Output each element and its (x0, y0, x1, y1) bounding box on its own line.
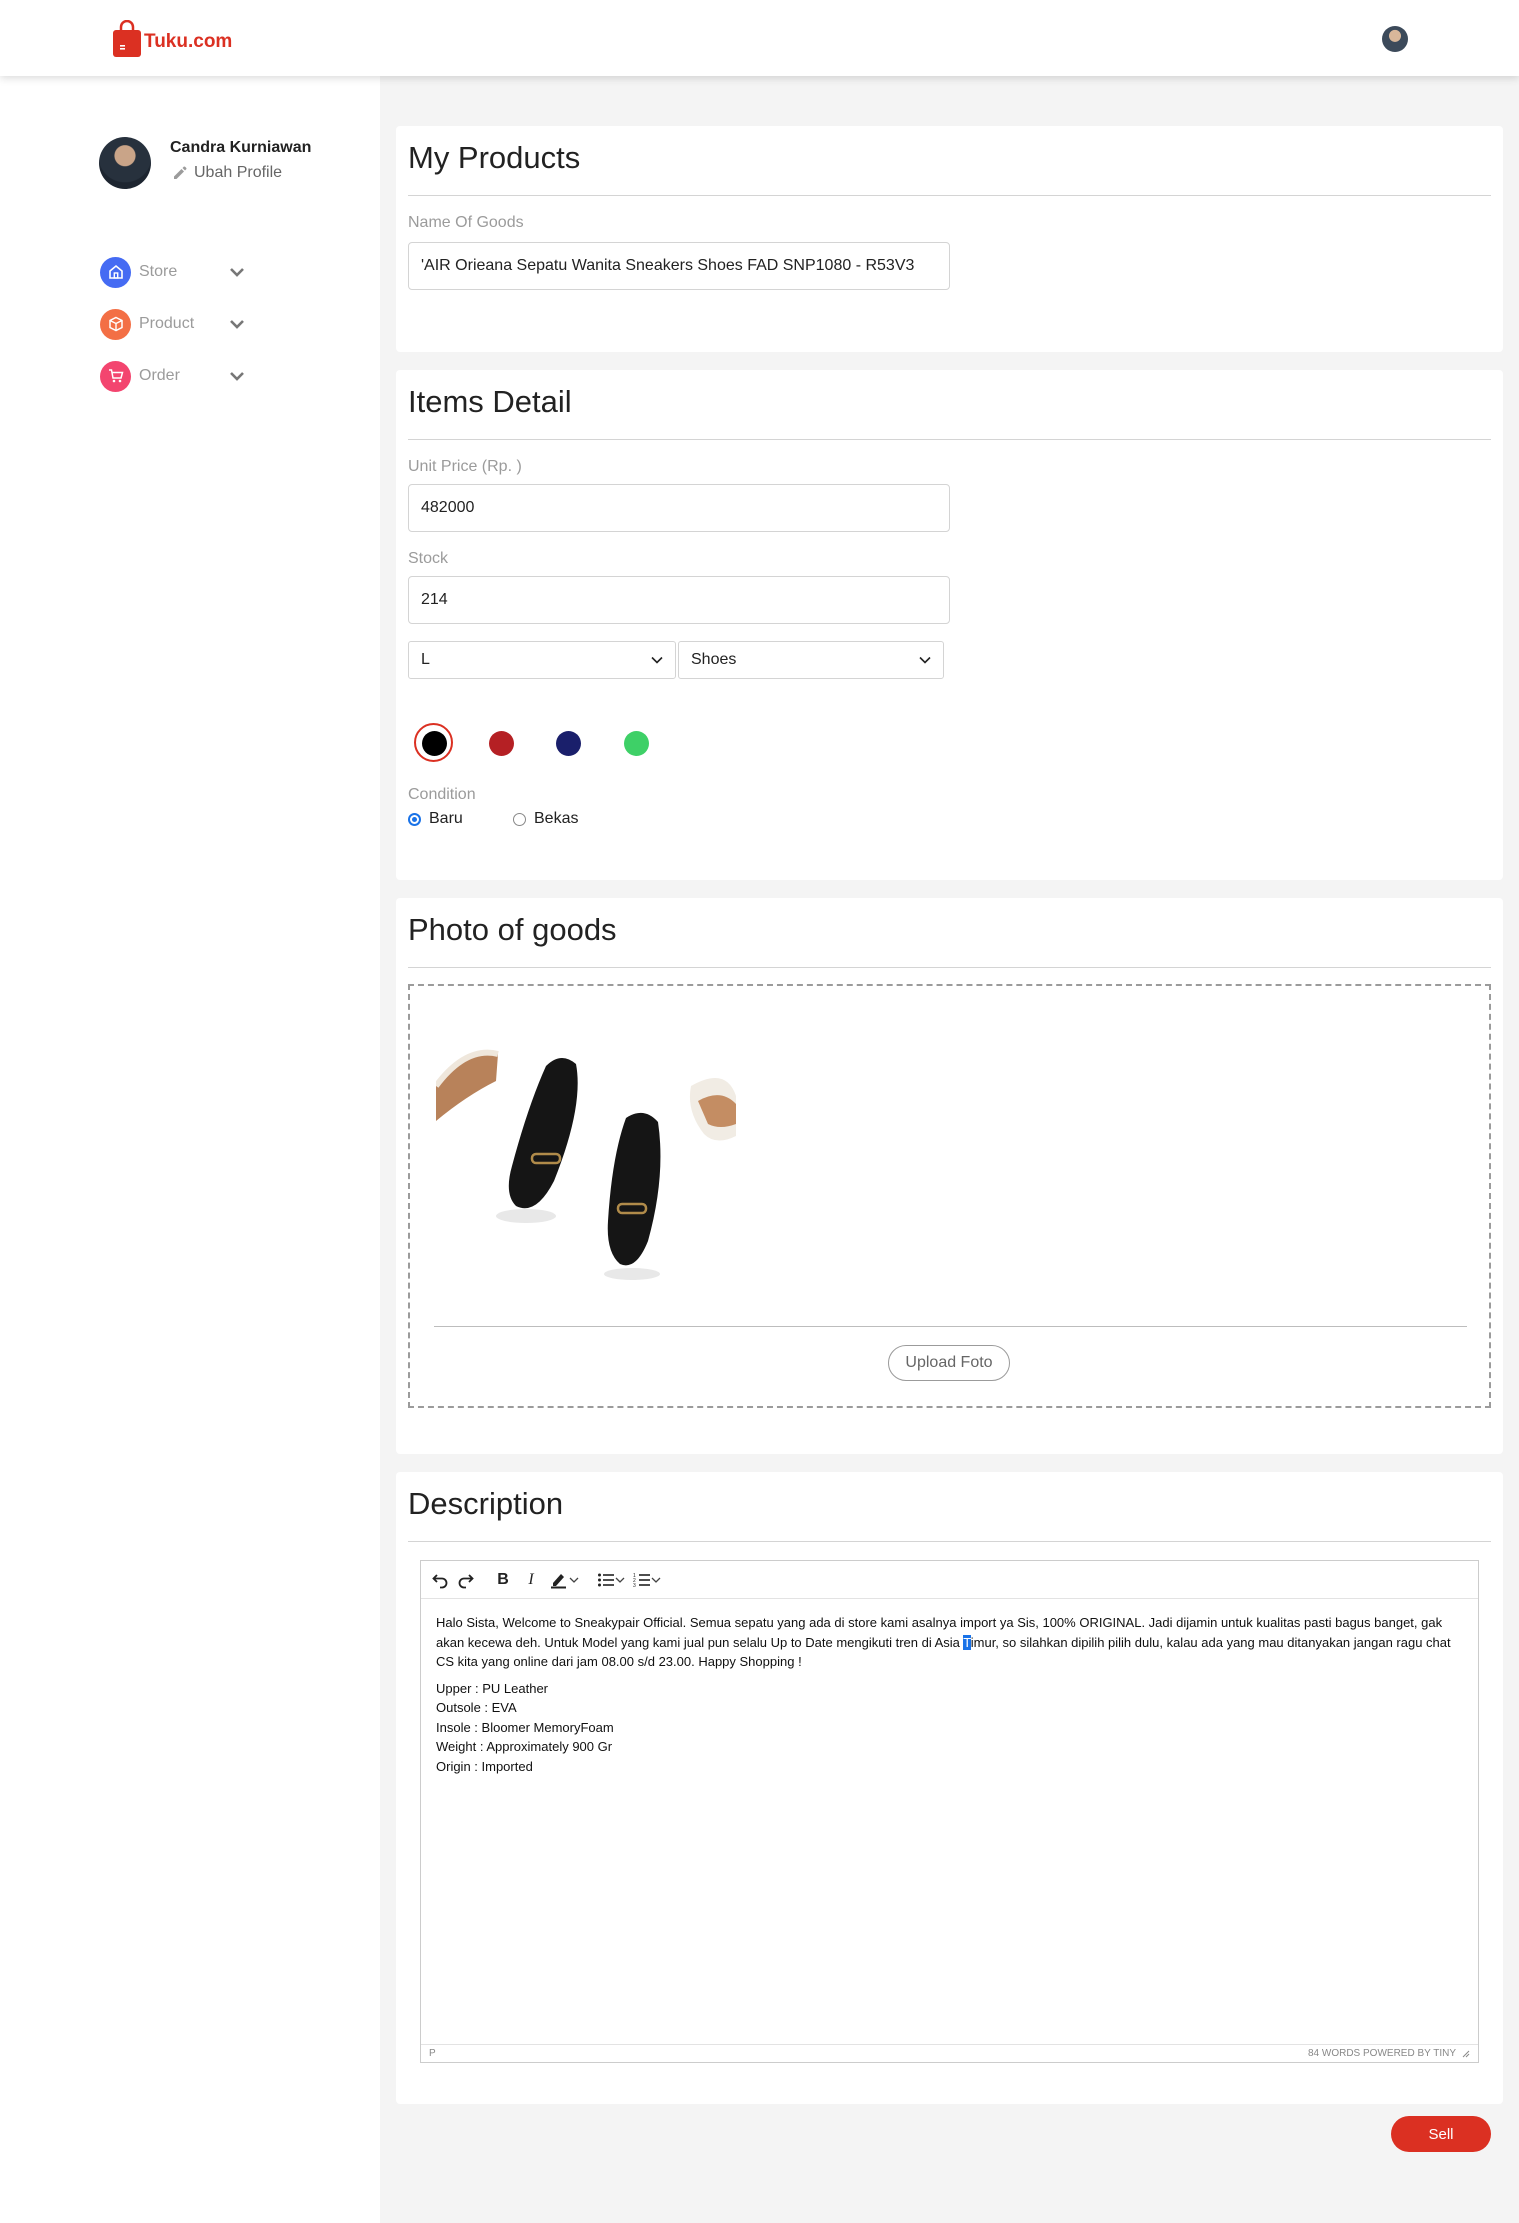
edit-profile-label: Ubah Profile (194, 164, 283, 181)
color-swatch-black[interactable] (422, 731, 447, 756)
spec-line: Insole : Bloomer MemoryFoam (436, 1719, 614, 1735)
chevron-down-icon (651, 1577, 661, 1583)
upload-photo-button[interactable]: Upload Foto (888, 1345, 1010, 1381)
rich-text-editor[interactable]: B I 123 Halo Sista, Welcome to Sneakypai… (420, 1560, 1479, 2063)
pencil-icon (174, 166, 187, 179)
profile-avatar (99, 137, 151, 189)
store-icon (100, 256, 131, 288)
svg-text:3: 3 (633, 1583, 636, 1588)
logo-text: Tuku.com (144, 31, 233, 52)
items-detail-card: Items Detail Unit Price (Rp. ) Stock L S… (396, 370, 1503, 880)
spec-line: Weight : Approximately 900 Gr (436, 1739, 613, 1754)
chevron-down-icon (230, 372, 244, 381)
undo-icon (432, 1573, 448, 1588)
radio-label: Bekas (534, 810, 579, 827)
italic-button[interactable]: I (521, 1565, 541, 1595)
description-paragraph: Halo Sista, Welcome to Sneakypair Offici… (436, 1613, 1466, 1672)
divider (408, 1541, 1491, 1542)
condition-radio-bekas[interactable]: Bekas (513, 810, 578, 828)
radio-button-checked (408, 812, 421, 826)
shopping-bag-icon (112, 19, 142, 58)
text-cursor-selection: T (963, 1634, 971, 1650)
section-title: Items Detail (408, 384, 572, 419)
sidebar (0, 76, 380, 2223)
color-swatch-navy[interactable] (556, 731, 581, 756)
radio-button (513, 812, 526, 826)
edit-profile-link[interactable]: Ubah Profile (172, 164, 282, 182)
sidebar-item-label: Order (139, 367, 180, 384)
name-of-goods-label: Name Of Goods (408, 214, 524, 231)
element-path[interactable]: P (429, 2048, 436, 2059)
highlighter-icon (551, 1573, 566, 1588)
cart-icon (100, 360, 131, 392)
stock-label: Stock (408, 550, 449, 567)
section-title: My Products (408, 140, 581, 175)
divider (408, 195, 1491, 196)
sidebar-item-store[interactable]: Store (100, 256, 260, 288)
top-navbar: Tuku.com (0, 0, 1519, 76)
user-avatar[interactable] (1382, 26, 1408, 52)
stock-input[interactable] (408, 576, 950, 624)
editor-statusbar: P 84 WORDS POWERED BY TINY (421, 2044, 1478, 2062)
category-select-value: Shoes (691, 651, 737, 668)
bold-icon: B (497, 1570, 509, 1588)
redo-icon (458, 1573, 474, 1588)
size-select[interactable]: L (408, 641, 676, 679)
bullet-list-icon (598, 1573, 614, 1586)
my-products-card: My Products Name Of Goods (396, 126, 1503, 352)
numbered-list-icon: 123 (633, 1573, 650, 1588)
section-title: Description (408, 1486, 564, 1521)
color-swatch-red[interactable] (489, 731, 514, 756)
divider (434, 1326, 1467, 1327)
editor-toolbar: B I 123 (421, 1561, 1478, 1599)
sidebar-item-label: Product (139, 315, 195, 332)
sell-button[interactable]: Sell (1391, 2116, 1491, 2152)
profile-name: Candra Kurniawan (170, 139, 312, 156)
logo[interactable]: Tuku.com (112, 19, 233, 58)
category-select[interactable]: Shoes (678, 641, 944, 679)
unit-price-input[interactable] (408, 484, 950, 532)
undo-button[interactable] (431, 1565, 449, 1595)
sidebar-item-product[interactable]: Product (100, 308, 260, 340)
chevron-down-icon (615, 1577, 625, 1583)
description-card: Description B I 123 Halo Sista, Welcome … (396, 1472, 1503, 2104)
resize-handle-icon[interactable] (1462, 2050, 1470, 2058)
chevron-down-icon (919, 656, 931, 664)
divider (408, 967, 1491, 968)
sidebar-item-label: Store (139, 263, 178, 280)
word-count: 84 WORDS POWERED BY TINY (1308, 2048, 1456, 2059)
highlight-color-button[interactable] (549, 1565, 579, 1595)
color-swatch-green[interactable] (624, 731, 649, 756)
bold-button[interactable]: B (493, 1565, 513, 1595)
italic-icon: I (528, 1570, 534, 1588)
editor-content[interactable]: Halo Sista, Welcome to Sneakypair Offici… (436, 1613, 1466, 1776)
spec-line: Outsole : EVA (436, 1700, 517, 1715)
condition-label: Condition (408, 786, 476, 803)
size-select-value: L (421, 651, 430, 668)
chevron-down-icon (569, 1577, 579, 1583)
chevron-down-icon (651, 656, 663, 664)
bullet-list-button[interactable] (597, 1565, 625, 1595)
chevron-down-icon (230, 268, 244, 277)
box-icon (100, 308, 131, 340)
numbered-list-button[interactable]: 123 (633, 1565, 661, 1595)
photo-card: Photo of goods Upload Foto (396, 898, 1503, 1454)
product-photo (436, 1026, 736, 1288)
radio-label: Baru (429, 810, 463, 827)
section-title: Photo of goods (408, 912, 617, 947)
spec-line: Upper : PU Leather (436, 1680, 549, 1696)
unit-price-label: Unit Price (Rp. ) (408, 458, 522, 475)
chevron-down-icon (230, 320, 244, 329)
spec-line: Origin : Imported (436, 1758, 533, 1774)
photo-dropzone[interactable]: Upload Foto (408, 984, 1491, 1408)
redo-button[interactable] (457, 1565, 475, 1595)
divider (408, 439, 1491, 440)
sidebar-item-order[interactable]: Order (100, 360, 260, 392)
condition-radio-baru[interactable]: Baru (408, 810, 463, 828)
name-of-goods-input[interactable] (408, 242, 950, 290)
